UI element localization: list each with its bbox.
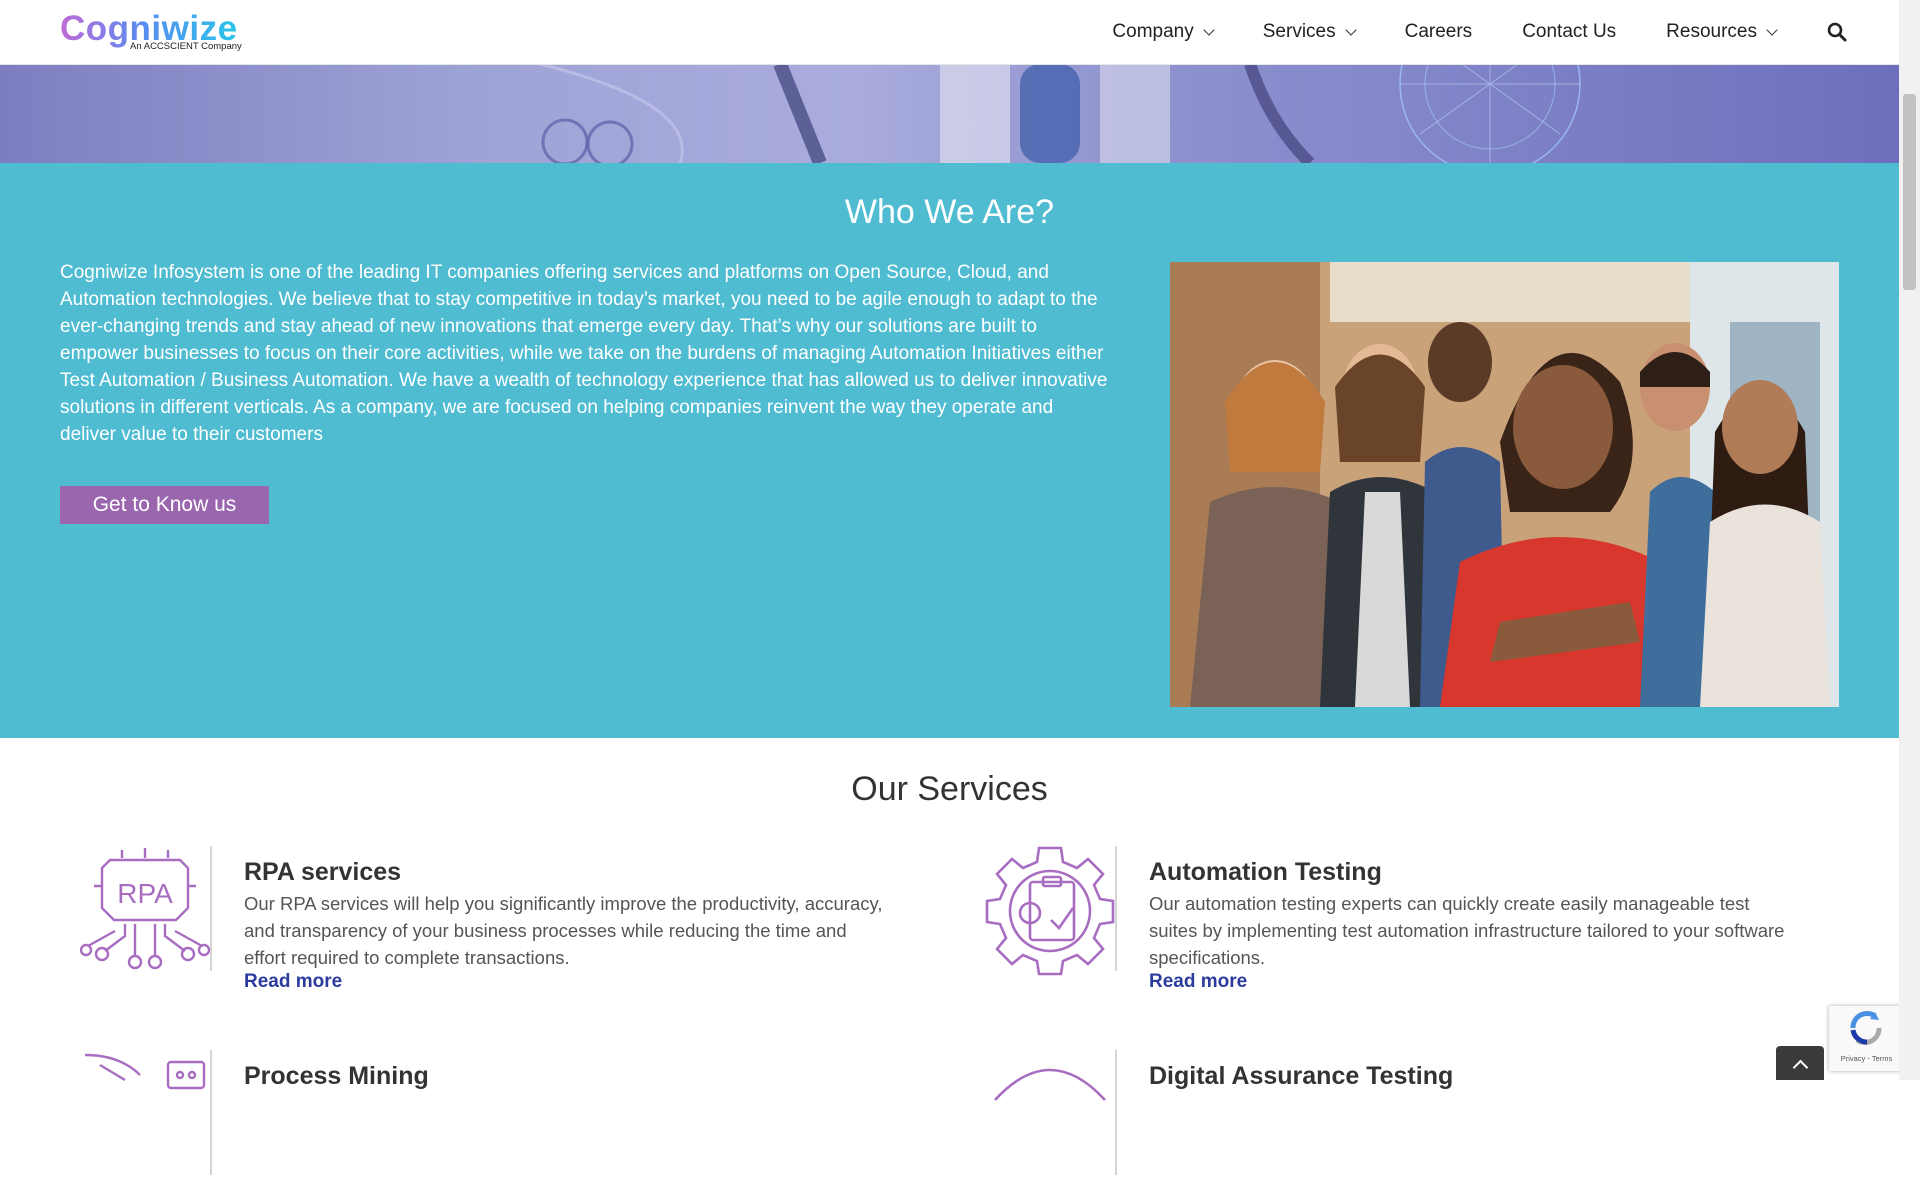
service-card-process-mining: Process Mining <box>80 1050 780 1190</box>
service-name: Automation Testing <box>1149 858 1382 886</box>
who-we-are-title: Who We Are? <box>844 193 1055 231</box>
page-scrollbar[interactable] <box>1899 0 1920 1080</box>
service-card-rpa: RPA RPA services Our RPA services will h… <box>80 846 883 992</box>
chevron-down-icon <box>1344 23 1357 36</box>
hero-banner-image <box>0 64 1899 163</box>
recaptcha-icon <box>1850 1011 1882 1045</box>
service-name: RPA services <box>244 858 402 886</box>
rpa-icon: RPA <box>80 848 210 970</box>
read-more-link[interactable]: Read more <box>1149 971 1247 993</box>
nav-label: Contact Us <box>1522 21 1617 42</box>
team-photo-illustration <box>1170 262 1839 707</box>
service-name: Digital Assurance Testing <box>1149 1062 1454 1090</box>
service-description: Our automation testing experts can quick… <box>1149 893 1785 968</box>
nav-label: Company <box>1112 21 1194 42</box>
recaptcha-links[interactable]: Privacy - Terms <box>1829 1054 1904 1063</box>
process-mining-icon <box>84 1053 206 1090</box>
who-we-are-text: Cogniwize Infosystem is one of the leadi… <box>60 262 1108 445</box>
digital-assurance-icon <box>994 1068 1106 1101</box>
service-card-digital-assurance-testing: Digital Assurance Testing <box>985 1050 1685 1190</box>
our-services-title: Our Services <box>851 770 1048 808</box>
nav-item-contact-us[interactable]: Contact Us <box>1522 21 1616 43</box>
who-we-are-section: Who We Are? Cogniwize Infosystem is one … <box>0 163 1899 738</box>
service-divider <box>1115 1050 1117 1175</box>
nav-item-company[interactable]: Company <box>1112 21 1215 43</box>
gear-checklist-icon <box>985 846 1115 976</box>
service-divider <box>1115 846 1117 971</box>
service-divider <box>210 1050 212 1175</box>
rpa-icon-text: RPA <box>117 878 173 909</box>
robot-illustration <box>539 64 1581 163</box>
nav-label: Resources <box>1666 21 1757 42</box>
recaptcha-badge[interactable]: Privacy - Terms <box>1829 1006 1904 1071</box>
site-header: Cogniwize An ACCSCIENT Company Company S… <box>0 0 1899 65</box>
chevron-down-icon <box>1766 23 1778 36</box>
team-photo <box>1170 262 1839 707</box>
nav-item-careers[interactable]: Careers <box>1405 21 1473 43</box>
logo-tagline: An ACCSCIENT Company <box>130 41 242 52</box>
cogniwize-logo[interactable]: Cogniwize An ACCSCIENT Company <box>60 10 250 56</box>
service-card-automation-testing: Automation Testing Our automation testin… <box>985 846 1784 992</box>
service-divider <box>210 846 212 971</box>
main-nav: Company Services Careers Contact Us Reso… <box>1062 0 1848 64</box>
back-to-top-button[interactable] <box>1776 1046 1824 1080</box>
service-name: Process Mining <box>244 1062 429 1090</box>
service-description: Our RPA services will help you significa… <box>244 893 883 968</box>
scrollbar-thumb[interactable] <box>1903 94 1916 290</box>
nav-item-resources[interactable]: Resources <box>1666 21 1778 43</box>
read-more-link[interactable]: Read more <box>244 971 342 993</box>
get-to-know-us-button[interactable]: Get to Know us <box>60 486 269 524</box>
chevron-down-icon <box>1203 23 1215 36</box>
nav-item-services[interactable]: Services <box>1262 21 1357 43</box>
search-icon[interactable] <box>1826 21 1848 43</box>
nav-label: Services <box>1262 21 1336 42</box>
chevron-up-icon <box>1792 1059 1809 1076</box>
nav-label: Careers <box>1404 21 1473 42</box>
